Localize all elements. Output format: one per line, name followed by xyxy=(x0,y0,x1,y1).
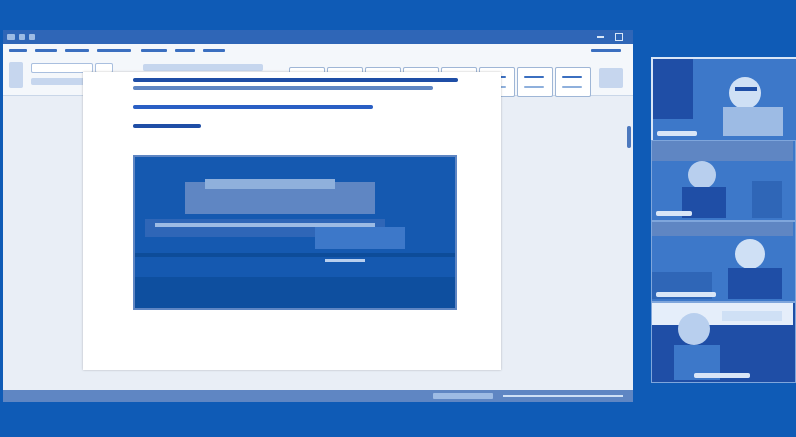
ribbon-tab[interactable] xyxy=(591,49,621,52)
ribbon-tab[interactable] xyxy=(203,49,225,52)
document-page[interactable] xyxy=(83,72,501,370)
participant-video-icon xyxy=(652,222,793,299)
window-title-bar xyxy=(3,30,633,44)
window-title xyxy=(183,32,383,41)
vertical-scrollbar[interactable] xyxy=(627,126,631,148)
screen-share-area xyxy=(0,0,796,437)
ribbon-tab[interactable] xyxy=(9,49,27,52)
style-gallery-item[interactable] xyxy=(555,67,591,97)
style-gallery-item[interactable] xyxy=(517,67,553,97)
document-image[interactable] xyxy=(133,155,457,310)
quick-access-icon[interactable] xyxy=(7,34,15,40)
participant-video-icon xyxy=(653,59,792,136)
paragraph-formatting-icons[interactable] xyxy=(143,64,263,71)
participant-name xyxy=(656,292,716,297)
document-text-line xyxy=(133,105,373,109)
find-replace-icon[interactable] xyxy=(599,68,623,88)
photo-icon xyxy=(135,157,455,308)
minimize-icon[interactable] xyxy=(597,36,604,38)
ribbon-tab[interactable] xyxy=(141,49,167,52)
participant-name xyxy=(657,131,697,136)
document-text-line xyxy=(133,124,201,128)
undo-icon[interactable] xyxy=(29,34,35,40)
view-mode-icons[interactable] xyxy=(433,393,493,399)
participant-video-tile[interactable] xyxy=(651,140,796,221)
document-paragraph xyxy=(133,74,463,94)
participant-name xyxy=(694,373,750,378)
document-text-line xyxy=(133,78,458,82)
ribbon-tab[interactable] xyxy=(175,49,195,52)
participant-video-icon xyxy=(652,141,793,218)
ribbon-tab[interactable] xyxy=(97,49,131,52)
paste-icon[interactable] xyxy=(9,62,23,88)
status-bar-text xyxy=(9,391,129,400)
status-bar xyxy=(3,390,633,402)
participant-video-icon xyxy=(652,303,793,380)
participant-video-tile[interactable] xyxy=(651,221,796,302)
save-icon[interactable] xyxy=(19,34,25,40)
ribbon-tab[interactable] xyxy=(35,49,57,52)
document-text-line xyxy=(133,86,433,90)
participant-video-tile[interactable] xyxy=(651,302,796,383)
close-icon[interactable] xyxy=(615,33,623,41)
participant-video-tile[interactable] xyxy=(651,57,796,142)
participant-name xyxy=(656,211,692,216)
ribbon-tab[interactable] xyxy=(65,49,89,52)
zoom-slider[interactable] xyxy=(503,395,623,397)
